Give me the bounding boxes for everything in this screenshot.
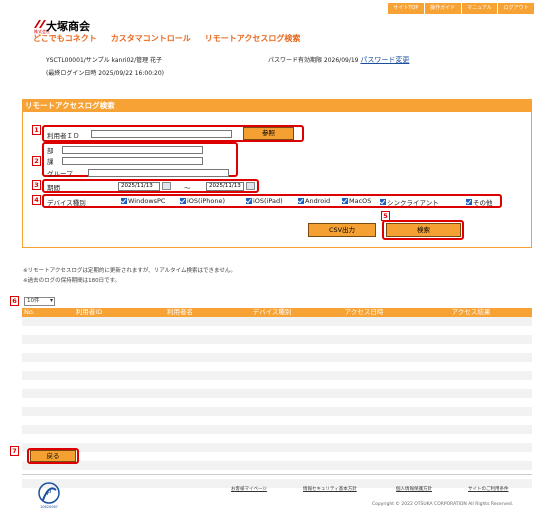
checkbox-checked-icon [342, 198, 348, 204]
table-row [22, 326, 532, 335]
checkbox-macos[interactable]: MacOS [342, 197, 371, 205]
date-from-input[interactable]: 2025/11/13 [118, 182, 160, 191]
table-row [22, 398, 532, 407]
col-user-id[interactable]: 利用者ID [44, 308, 134, 317]
table-row [22, 479, 532, 488]
period-separator: ～ [184, 184, 191, 192]
col-device-type[interactable]: デバイス種別 [226, 308, 318, 317]
user-id-label: 利用者ＩＤ [47, 132, 80, 140]
password-expiry: パスワード有効期限 2026/09/19 パスワード変更 [268, 56, 410, 64]
checkbox-android[interactable]: Android [298, 197, 330, 205]
page-size-select[interactable]: 10件 [24, 297, 55, 306]
marker-6: 6 [10, 296, 19, 306]
section-input[interactable] [62, 157, 203, 165]
results-table-header: No. 利用者ID 利用者名 デバイス種別 アクセス日時 アクセス結果 [22, 308, 532, 317]
table-row [22, 344, 532, 353]
nav-site-top[interactable]: サイトTOP [388, 3, 424, 14]
nav-manual[interactable]: マニュアル [460, 3, 498, 14]
table-row [22, 425, 532, 434]
checkbox-checked-icon [380, 199, 386, 205]
table-row [22, 488, 532, 497]
page-title: どこでもコネクト カスタマコントロール リモートアクセスログ検索 [33, 34, 301, 43]
device-label: デバイス種別 [47, 199, 86, 207]
checkbox-checked-icon [298, 198, 304, 204]
section-label: 課 [47, 158, 54, 166]
csv-export-button[interactable]: CSV出力 [308, 223, 376, 237]
table-row [22, 461, 532, 470]
note-retention: ※過去のログの保持期間は180日です。 [23, 278, 121, 284]
col-no[interactable]: No. [22, 308, 44, 317]
table-row [22, 362, 532, 371]
back-button[interactable]: 戻る [30, 450, 76, 462]
footer-link-terms[interactable]: サイトのご利用条件 [468, 486, 509, 492]
search-button[interactable]: 検索 [386, 223, 461, 237]
browse-button[interactable]: 参照 [243, 127, 294, 140]
last-login: (最終ログイン日時 2025/09/22 16:00:20) [46, 70, 165, 77]
marker-4: 4 [32, 195, 41, 205]
group-label: グループ [47, 170, 73, 178]
date-to-input[interactable]: 2025/11/13 [206, 182, 244, 191]
footer-link-mypage[interactable]: お客様マイページ [231, 486, 267, 492]
svg-text:P: P [47, 489, 52, 497]
period-label: 期間 [47, 184, 60, 192]
dept-label: 部 [47, 147, 54, 155]
results-table-body [22, 317, 532, 497]
group-input[interactable] [88, 169, 229, 177]
dept-input[interactable] [62, 146, 203, 154]
note-update: ※リモートアクセスログは定期的に更新されますが、リアルタイム検索はできません。 [23, 268, 236, 274]
marker-7: 7 [10, 446, 19, 456]
table-row [22, 416, 532, 425]
copyright: Copyright © 2022 OTSUKA CORPORATION All … [372, 502, 514, 507]
company-logo-icon [34, 20, 46, 28]
checkbox-checked-icon [121, 198, 127, 204]
marker-1: 1 [32, 125, 41, 135]
checkbox-ios-iphone[interactable]: iOS(iPhone) [180, 197, 225, 205]
footer-divider [22, 474, 532, 475]
table-row [22, 317, 532, 326]
privacy-mark-icon: P 10820067 [38, 482, 60, 509]
table-row [22, 380, 532, 389]
table-row [22, 335, 532, 344]
marker-2: 2 [32, 156, 41, 166]
checkbox-checked-icon [180, 198, 186, 204]
company-logo-text: 大塚商会 [46, 20, 90, 33]
footer-link-security[interactable]: 情報セキュリティ基本方針 [303, 486, 357, 492]
nav-guide[interactable]: 操作ガイド [423, 3, 461, 14]
calendar-icon[interactable] [162, 182, 171, 190]
search-panel-title: リモートアクセスログ検索 [22, 99, 532, 112]
table-row [22, 407, 532, 416]
user-id-input[interactable] [91, 130, 232, 138]
checkbox-thin-client[interactable]: シンクライアント [380, 197, 439, 207]
nav-logout[interactable]: ログアウト [497, 3, 534, 14]
password-change-link[interactable]: パスワード変更 [360, 56, 409, 64]
table-row [22, 371, 532, 380]
calendar-icon[interactable] [246, 182, 255, 190]
table-row [22, 389, 532, 398]
checkbox-windowspc[interactable]: WindowsPC [121, 197, 165, 205]
checkbox-checked-icon [246, 198, 252, 204]
col-access-time[interactable]: アクセス日時 [318, 308, 410, 317]
footer-link-privacy[interactable]: 個人情報保護方針 [396, 486, 432, 492]
svg-text:10820067: 10820067 [40, 505, 58, 509]
user-info: YSCTL00001/サンプル kanri02/管理 花子 [46, 57, 163, 64]
checkbox-ios-ipad[interactable]: iOS(iPad) [246, 197, 283, 205]
checkbox-checked-icon [466, 199, 472, 205]
top-nav: サイトTOP 操作ガイド マニュアル ログアウト [388, 3, 534, 14]
marker-3: 3 [32, 180, 41, 190]
col-access-result[interactable]: アクセス結果 [410, 308, 532, 317]
table-row [22, 452, 532, 461]
col-user-name[interactable]: 利用者名 [134, 308, 226, 317]
table-row [22, 434, 532, 443]
table-row [22, 443, 532, 452]
table-row [22, 353, 532, 362]
checkbox-other[interactable]: その他 [466, 197, 493, 207]
